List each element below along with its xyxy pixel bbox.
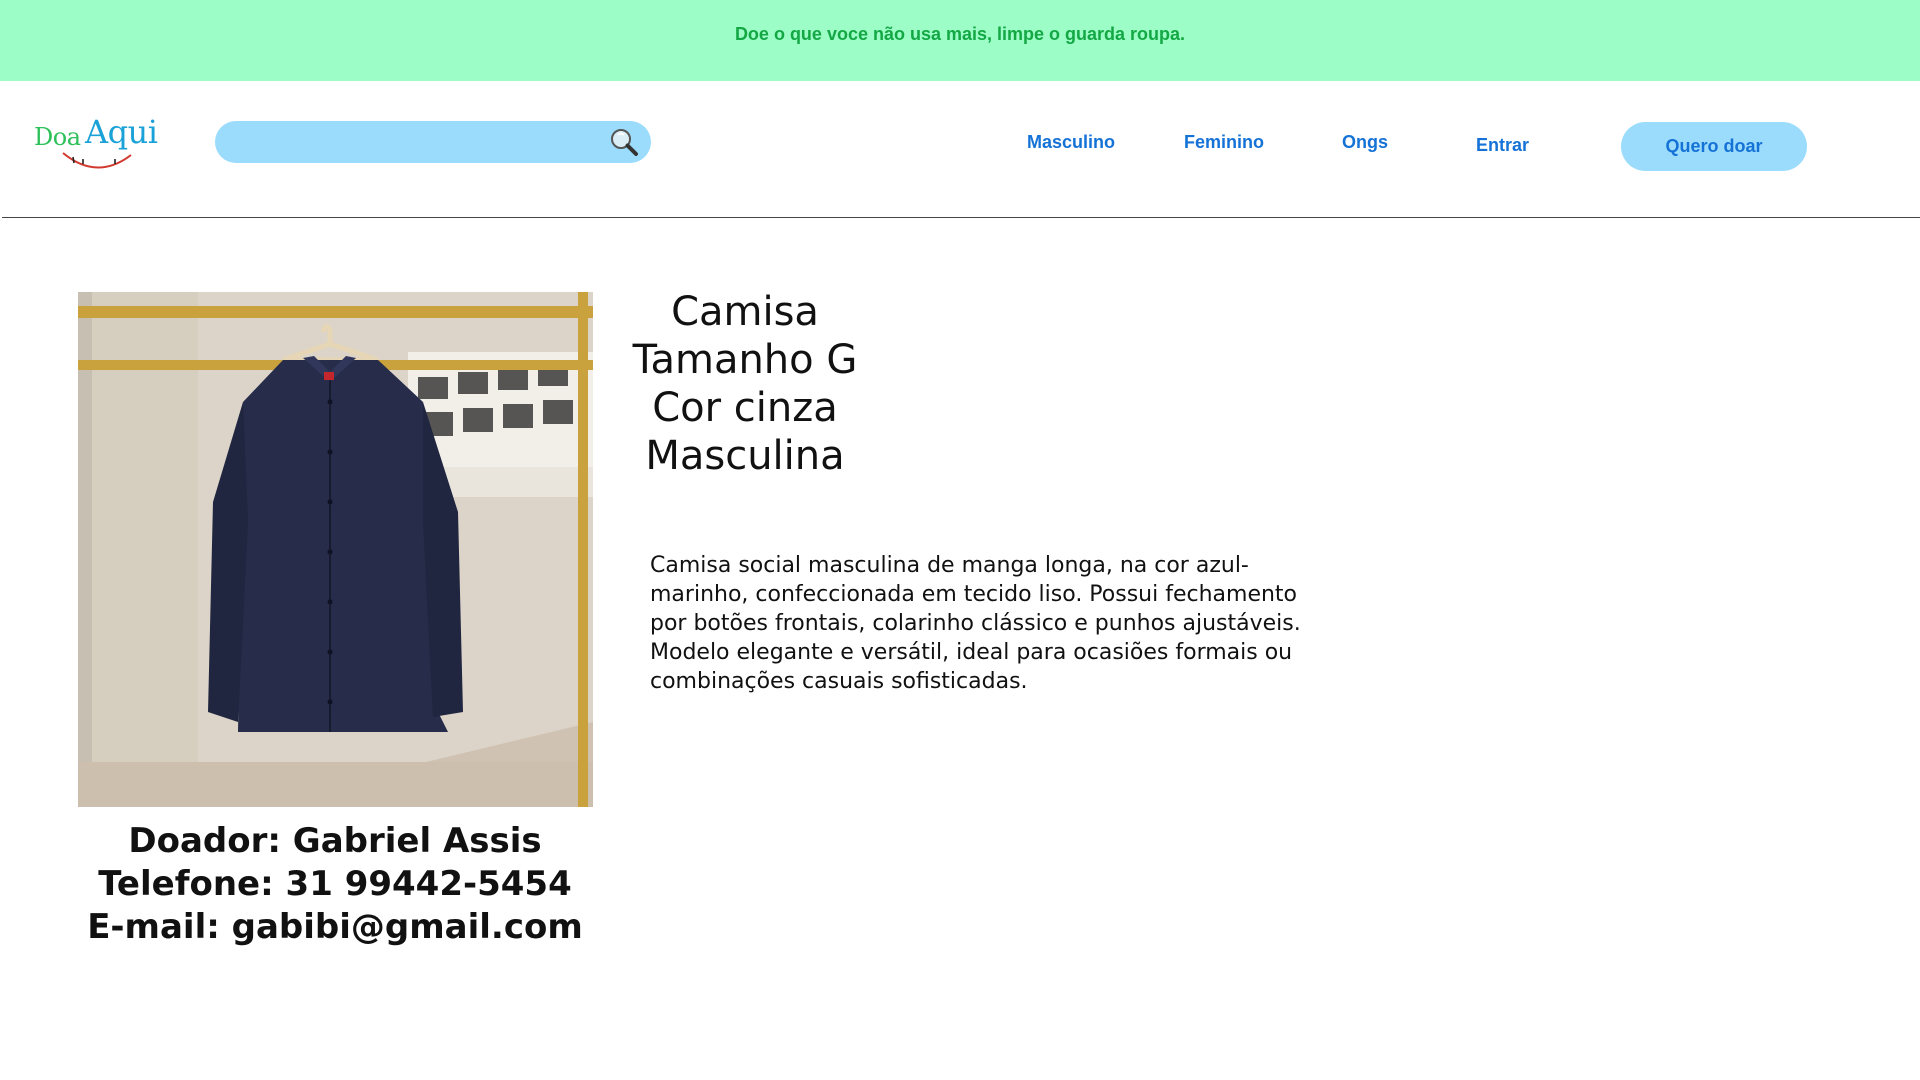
nav-entrar[interactable]: Entrar (1476, 135, 1529, 156)
nav-masculino[interactable]: Masculino (1027, 132, 1115, 153)
product-title-line: Camisa (671, 289, 819, 335)
promo-banner-text: Doe o que voce não usa mais, limpe o gua… (734, 24, 1186, 44)
product-title-line: Cor cinza (652, 385, 838, 431)
header-divider (2, 217, 1920, 218)
site-logo[interactable]: Doa Aqui (33, 113, 163, 175)
logo-smile-icon (62, 152, 132, 169)
logo-text-aqui: Aqui (85, 113, 158, 151)
product-description: Camisa social masculina de manga longa, … (650, 553, 1301, 694)
search-input[interactable] (233, 121, 593, 163)
product-title-line: Tamanho G (632, 337, 858, 383)
nav-feminino[interactable]: Feminino (1184, 132, 1264, 153)
donor-email: E-mail: gabibi@gmail.com (87, 907, 583, 947)
product-title: Camisa Tamanho G Cor cinza Masculina (600, 288, 890, 480)
donor-info: Doador: Gabriel Assis Telefone: 31 99442… (60, 820, 610, 949)
logo-text-doa: Doa (34, 123, 81, 151)
promo-banner: Doe o que voce não usa mais, limpe o gua… (0, 0, 1920, 81)
product-title-line: Masculina (645, 433, 845, 479)
quero-doar-button[interactable]: Quero doar (1621, 122, 1807, 171)
search-bar[interactable] (215, 121, 651, 163)
nav-ongs[interactable]: Ongs (1342, 132, 1388, 153)
donor-name: Doador: Gabriel Assis (128, 821, 542, 861)
product-image (78, 292, 593, 807)
search-icon[interactable] (609, 127, 639, 157)
site-header: Doa Aqui Masculino Feminino Ongs Entrar … (0, 81, 1920, 218)
donor-phone: Telefone: 31 99442-5454 (98, 864, 572, 904)
